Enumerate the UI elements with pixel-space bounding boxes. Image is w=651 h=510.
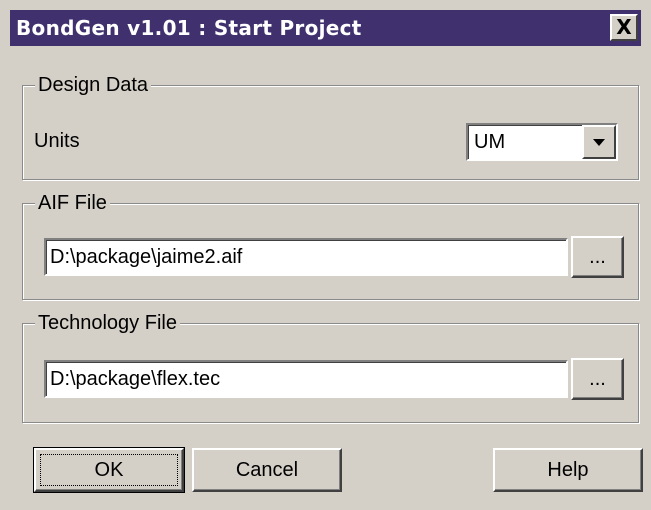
aif-file-path-input[interactable]: D:\package\jaime2.aif — [44, 238, 568, 276]
design-data-group-label: Design Data — [35, 72, 152, 98]
ok-button[interactable]: OK — [33, 447, 185, 493]
chevron-down-icon — [593, 139, 605, 147]
cancel-button[interactable]: Cancel — [192, 448, 342, 492]
units-select[interactable]: UM — [466, 123, 618, 161]
title-bar[interactable]: BondGen v1.01 : Start Project X — [10, 10, 641, 46]
units-dropdown-button[interactable] — [582, 125, 616, 159]
ok-focus-rect — [40, 454, 178, 486]
help-button-label: Help — [547, 459, 589, 481]
window-title: BondGen v1.01 : Start Project — [16, 16, 362, 40]
cancel-button-label: Cancel — [235, 459, 299, 481]
close-button[interactable]: X — [610, 14, 638, 41]
technology-file-path-input[interactable]: D:\package\flex.tec — [44, 360, 568, 398]
units-select-value: UM — [474, 131, 506, 153]
aif-file-browse-button[interactable]: ... — [571, 236, 624, 278]
technology-file-browse-button[interactable]: ... — [571, 358, 624, 400]
close-icon: X — [616, 15, 632, 39]
help-button[interactable]: Help — [493, 448, 643, 492]
technology-file-group-label: Technology File — [35, 310, 180, 336]
start-project-dialog: BondGen v1.01 : Start Project X Design D… — [0, 0, 651, 510]
units-label: Units — [34, 130, 80, 152]
aif-file-group-label: AIF File — [35, 190, 110, 216]
